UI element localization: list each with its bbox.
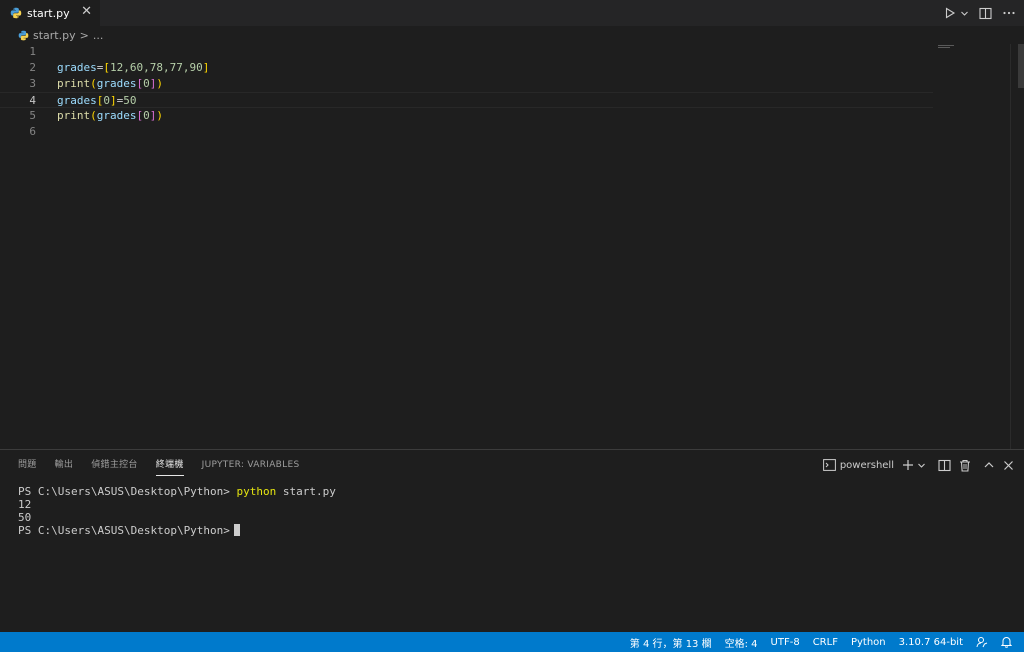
terminal-icon [822,459,836,471]
terminal-command: python [236,485,277,498]
shell-name[interactable]: powershell [840,460,894,471]
terminal-command-arg: start.py [282,485,336,498]
tab-terminal[interactable]: 終端機 [155,450,184,480]
plus-icon[interactable] [902,459,914,471]
breadcrumb-file[interactable]: start.py [33,29,76,42]
run-icon[interactable] [944,7,956,19]
status-bar: 第 4 行，第 13 欄 空格: 4 UTF-8 CRLF Python 3.1… [0,632,1024,652]
status-indentation[interactable]: 空格: 4 [725,635,758,650]
code-line-6[interactable]: 6 [0,124,933,140]
split-editor-icon[interactable] [979,7,992,20]
chevron-down-icon[interactable] [917,461,926,470]
code-line-1[interactable]: 1 [0,44,933,60]
close-icon[interactable] [1003,460,1014,471]
terminal-prompt: PS C:\Users\ASUS\Desktop\Python> [18,485,230,498]
scrollbar-thumb[interactable] [1018,44,1024,88]
code-editor[interactable]: 1 2 grades=[12,60,78,77,90] 3 print(grad… [0,44,1024,449]
tab-output[interactable]: 輸出 [55,450,74,480]
status-interpreter[interactable]: 3.10.7 64-bit [899,637,963,648]
bottom-panel: 問題 輸出 偵錯主控台 終端機 JUPYTER: VARIABLES power… [0,449,1024,632]
code-line-4[interactable]: 4 grades[0]=50 [0,92,933,108]
python-icon [10,7,22,19]
code-line-5[interactable]: 5 print(grades[0]) [0,108,933,124]
minimap[interactable] [938,45,958,49]
panel-actions: powershell [822,450,1014,480]
editor-scrollbar[interactable] [1010,44,1024,449]
status-language[interactable]: Python [851,637,886,648]
editor-actions [944,0,1016,26]
tab-start-py[interactable]: start.py ✕ [0,0,101,26]
terminal-output[interactable]: PS C:\Users\ASUS\Desktop\Python> python … [18,485,336,537]
chevron-up-icon[interactable] [983,459,995,471]
line-number: 3 [29,77,36,90]
chevron-down-icon[interactable] [960,9,969,18]
code-text: print(grades[0]) [57,109,163,122]
code-text: print(grades[0]) [57,77,163,90]
terminal-output-line: 12 [18,498,32,511]
breadcrumb-more[interactable]: ... [93,29,104,42]
panel-tabs: 問題 輸出 偵錯主控台 終端機 JUPYTER: VARIABLES [0,450,299,480]
breadcrumb: start.py > ... [0,26,1024,44]
line-number: 5 [29,109,36,122]
status-encoding[interactable]: UTF-8 [771,637,800,648]
terminal-line: PS C:\Users\ASUS\Desktop\Python> python … [18,485,336,498]
feedback-icon[interactable] [976,636,988,648]
code-line-2[interactable]: 2 grades=[12,60,78,77,90] [0,60,933,76]
terminal-prompt: PS C:\Users\ASUS\Desktop\Python> [18,524,230,537]
code-text: grades[0]=50 [57,94,137,107]
python-icon [18,30,29,40]
code-text: grades=[12,60,78,77,90] [57,61,210,74]
more-icon[interactable] [1002,7,1016,19]
split-terminal-icon[interactable] [938,459,951,472]
breadcrumb-separator: > [79,28,89,42]
editor-tab-bar: start.py ✕ [0,0,1024,26]
status-cursor-position[interactable]: 第 4 行，第 13 欄 [630,635,712,650]
code-line-3[interactable]: 3 print(grades[0]) [0,76,933,92]
status-eol[interactable]: CRLF [813,637,838,648]
tab-debug-console[interactable]: 偵錯主控台 [91,450,138,480]
tab-problems[interactable]: 問題 [18,450,37,480]
tab-label: start.py [27,6,70,20]
bell-icon[interactable] [1001,636,1012,648]
trash-icon[interactable] [959,459,971,472]
terminal-cursor [233,524,240,536]
line-number: 1 [29,45,36,58]
line-number: 4 [29,94,36,107]
line-number: 2 [29,61,36,74]
terminal-output-line: 50 [18,511,32,524]
close-icon[interactable]: ✕ [81,4,92,19]
tab-jupyter-variables[interactable]: JUPYTER: VARIABLES [202,450,300,480]
line-number: 6 [29,125,36,138]
terminal-line: PS C:\Users\ASUS\Desktop\Python> [18,524,336,537]
